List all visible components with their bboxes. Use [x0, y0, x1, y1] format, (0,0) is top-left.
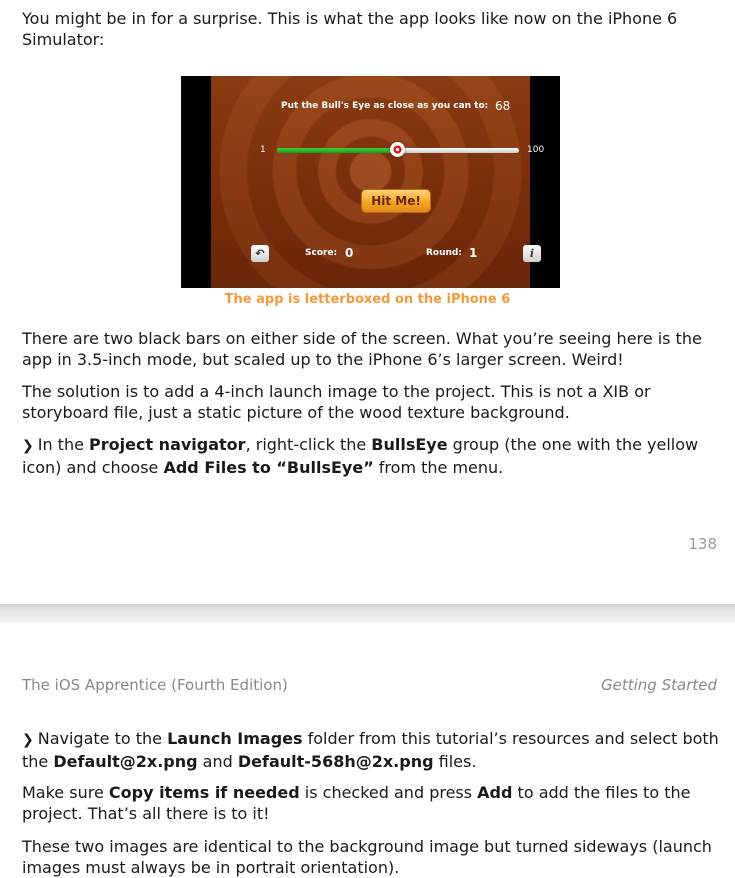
- slider-thumb: [390, 142, 405, 157]
- paragraph-launch-images: ❯ Navigate to the Launch Images folder fr…: [22, 729, 719, 771]
- chapter-header: Getting Started: [601, 676, 717, 694]
- book-page-next: The iOS Apprentice (Fourth Edition) Gett…: [0, 622, 735, 877]
- undo-arrow-icon: ↶: [251, 245, 269, 262]
- paragraph-black-bars: There are two black bars on either side …: [22, 329, 702, 369]
- chevron-right-icon: ❯: [22, 438, 34, 454]
- round-value: 1: [469, 246, 478, 260]
- wood-background: Put the Bull's Eye as close as you can t…: [211, 76, 544, 288]
- slider-max-label: 100: [527, 145, 545, 155]
- page-number: 138: [688, 535, 717, 553]
- hit-me-button: Hit Me!: [361, 189, 431, 213]
- target-prompt: Put the Bull's Eye as close as you can t…: [281, 101, 489, 111]
- paragraph-solution: The solution is to add a 4-inch launch i…: [22, 382, 651, 422]
- target-value: 68: [495, 99, 511, 113]
- book-title-header: The iOS Apprentice (Fourth Edition): [22, 676, 288, 694]
- app-screenshot: Put the Bull's Eye as close as you can t…: [181, 76, 560, 288]
- round-label: Round:: [426, 248, 462, 258]
- paragraph-project-navigator: ❯ In the Project navigator, right-click t…: [22, 435, 699, 477]
- slider-track-empty: [398, 148, 519, 153]
- intro-paragraph: You might be in for a surprise. This is …: [22, 9, 678, 49]
- score-label: Score:: [305, 248, 338, 258]
- paragraph-copy-items: Make sure Copy items if needed is checke…: [22, 783, 691, 823]
- slider-min-label: 1: [260, 145, 266, 155]
- chevron-right-icon: ❯: [22, 732, 34, 748]
- figure-caption: The app is letterboxed on the iPhone 6: [224, 292, 511, 307]
- page-divider: [0, 604, 735, 622]
- slider-track-filled: [277, 148, 398, 153]
- score-value: 0: [345, 246, 354, 260]
- book-page-138: You might be in for a surprise. This is …: [0, 0, 735, 604]
- info-icon: i: [523, 245, 541, 262]
- paragraph-identical-images: These two images are identical to the ba…: [22, 837, 712, 877]
